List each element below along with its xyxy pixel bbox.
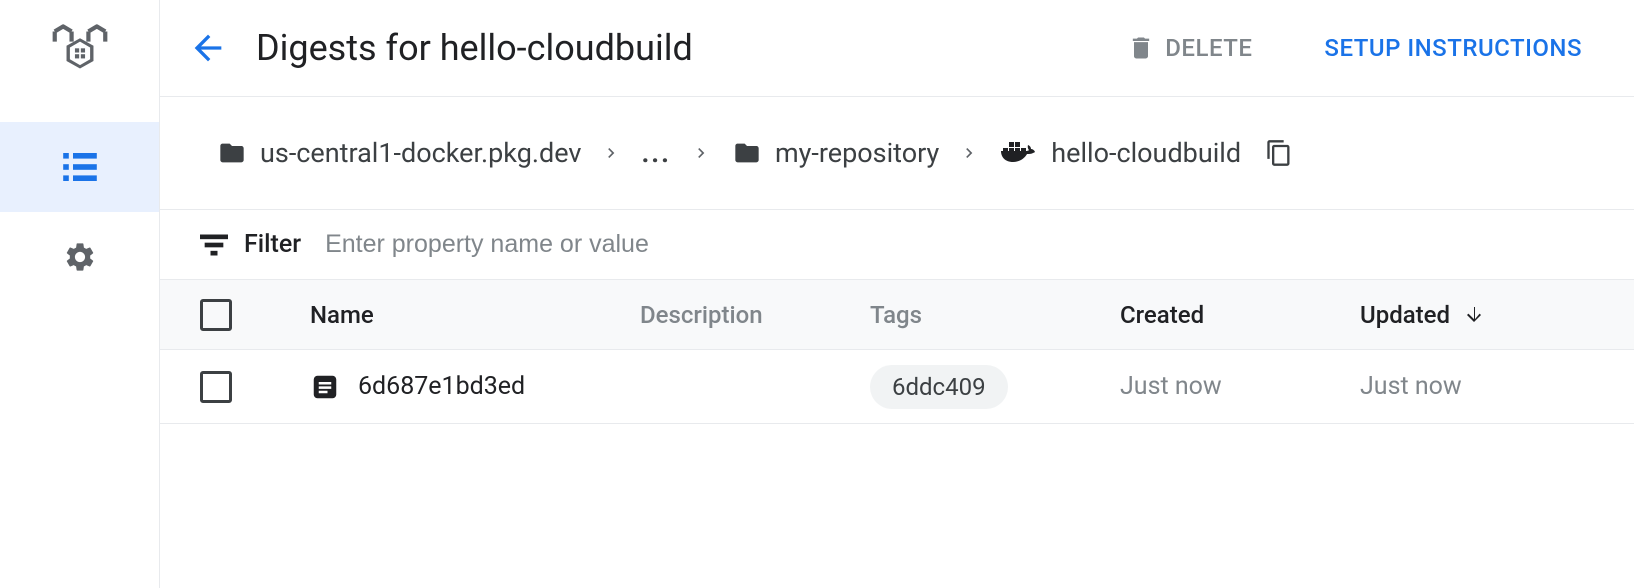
nav-settings[interactable] <box>0 212 159 302</box>
page-header: Digests for hello-cloudbuild DELETE SETU… <box>160 0 1634 97</box>
artifact-registry-icon <box>48 18 112 82</box>
setup-instructions-button[interactable]: SETUP INSTRUCTIONS <box>1312 26 1594 70</box>
column-tags[interactable]: Tags <box>870 301 1120 329</box>
filter-icon <box>200 234 228 256</box>
digest-name-cell[interactable]: 6d687e1bd3ed <box>310 372 640 402</box>
nav-repositories[interactable] <box>0 122 159 212</box>
back-button[interactable] <box>184 24 232 72</box>
breadcrumb-registry[interactable]: us-central1-docker.pkg.dev <box>216 137 581 169</box>
list-icon <box>63 153 97 181</box>
filter-input[interactable] <box>325 230 1594 259</box>
folder-icon <box>216 139 248 167</box>
select-all-checkbox[interactable] <box>200 299 232 331</box>
trash-icon <box>1127 34 1155 62</box>
chevron-right-icon <box>691 143 711 163</box>
setup-label: SETUP INSTRUCTIONS <box>1324 34 1582 62</box>
arrow-down-icon <box>1462 303 1486 327</box>
column-description[interactable]: Description <box>640 301 870 329</box>
breadcrumb-label: us-central1-docker.pkg.dev <box>260 137 581 169</box>
digest-icon <box>310 372 340 402</box>
digest-created: Just now <box>1120 372 1360 401</box>
main-content: Digests for hello-cloudbuild DELETE SETU… <box>160 0 1634 588</box>
page-title: Digests for hello-cloudbuild <box>256 27 1091 69</box>
sidebar <box>0 0 160 588</box>
column-created[interactable]: Created <box>1120 301 1360 329</box>
docker-icon <box>999 138 1039 168</box>
filter-label: Filter <box>200 230 301 259</box>
copy-icon <box>1265 138 1293 168</box>
digests-table: Name Description Tags Created Updated <box>160 280 1634 424</box>
breadcrumb-label: my-repository <box>775 137 939 169</box>
breadcrumb-label: hello-cloudbuild <box>1051 137 1241 169</box>
filter-bar: Filter <box>160 209 1634 280</box>
breadcrumb-image[interactable]: hello-cloudbuild <box>999 137 1241 169</box>
table-header: Name Description Tags Created Updated <box>160 280 1634 350</box>
breadcrumb: us-central1-docker.pkg.dev ... my-reposi… <box>160 97 1634 209</box>
table-row[interactable]: 6d687e1bd3ed 6ddc409 Just now Just now <box>160 350 1634 424</box>
arrow-back-icon <box>188 28 228 68</box>
chevron-right-icon <box>601 143 621 163</box>
digest-name: 6d687e1bd3ed <box>358 372 525 401</box>
chevron-right-icon <box>959 143 979 163</box>
copy-path-button[interactable] <box>1265 138 1293 168</box>
breadcrumb-repository[interactable]: my-repository <box>731 137 939 169</box>
breadcrumb-ellipsis[interactable]: ... <box>641 137 671 169</box>
tag-chip[interactable]: 6ddc409 <box>870 365 1008 409</box>
row-checkbox[interactable] <box>200 371 232 403</box>
delete-button[interactable]: DELETE <box>1115 26 1264 70</box>
digest-updated: Just now <box>1360 372 1594 401</box>
column-name[interactable]: Name <box>310 301 640 329</box>
folder-icon <box>731 139 763 167</box>
gear-icon <box>63 240 97 274</box>
delete-label: DELETE <box>1165 34 1252 62</box>
column-updated[interactable]: Updated <box>1360 301 1594 329</box>
